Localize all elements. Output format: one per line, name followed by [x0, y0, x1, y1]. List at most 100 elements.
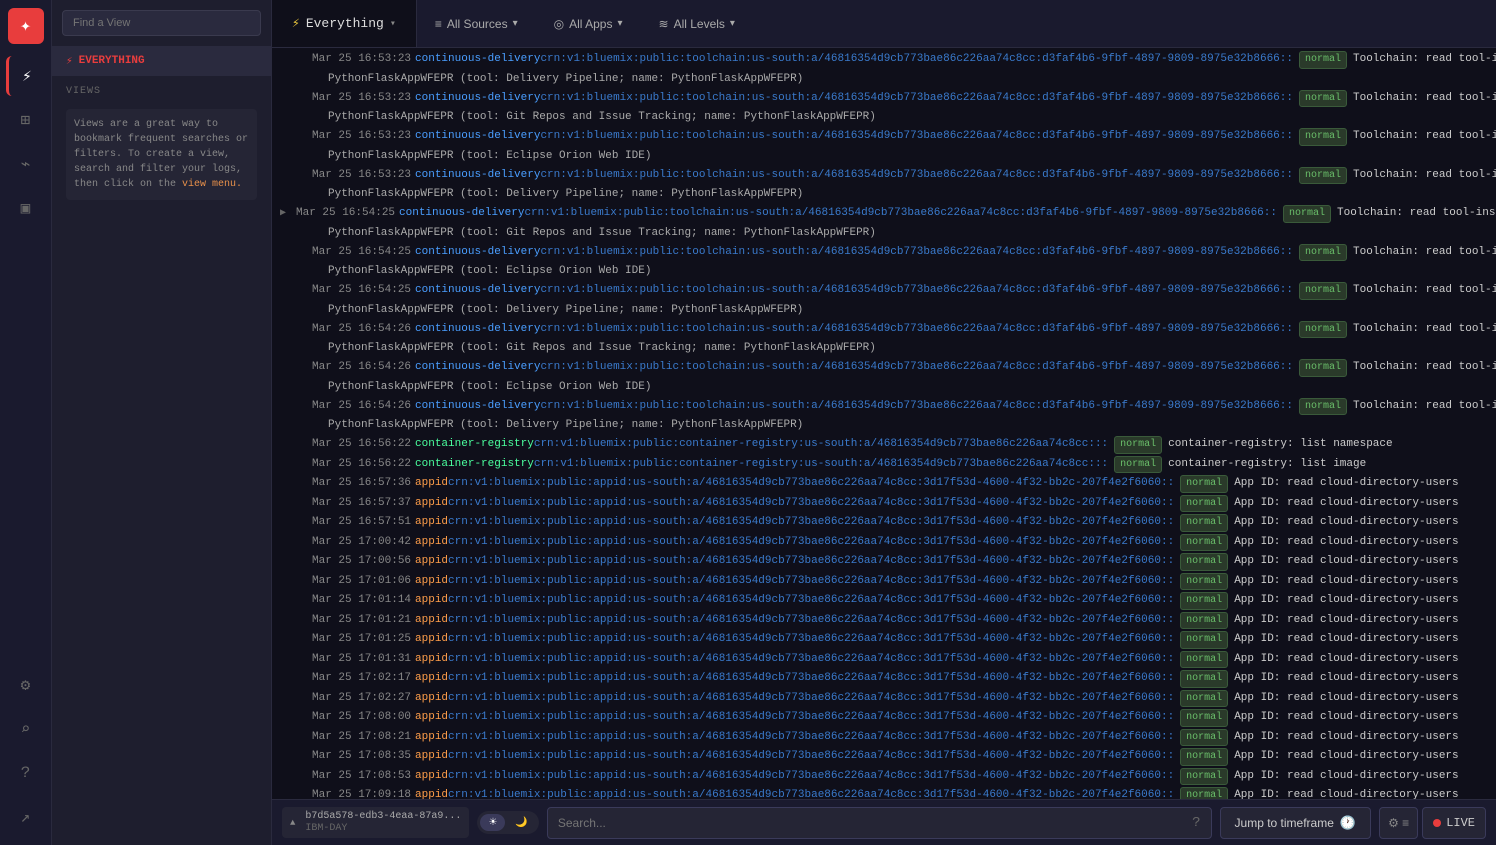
log-crn[interactable]: crn:v1:bluemix:public:appid:us-south:a/4… [448, 768, 1174, 785]
table-row[interactable]: Mar 25 17:01:06 appid crn:v1:bluemix:pub… [272, 572, 1496, 592]
table-row[interactable]: Mar 25 16:53:23 continuous-delivery crn:… [272, 166, 1496, 186]
log-source[interactable]: appid [415, 787, 448, 799]
log-source[interactable]: continuous-delivery [415, 90, 540, 107]
log-source[interactable]: continuous-delivery [415, 167, 540, 184]
log-source[interactable]: continuous-delivery [415, 128, 540, 145]
log-source[interactable]: appid [415, 768, 448, 785]
table-row[interactable]: Mar 25 16:54:26 continuous-delivery crn:… [272, 320, 1496, 340]
log-crn[interactable]: crn:v1:bluemix:public:appid:us-south:a/4… [448, 514, 1174, 531]
expand-arrow[interactable]: ▶ [280, 206, 296, 222]
log-source[interactable]: appid [415, 573, 448, 590]
all-sources-button[interactable]: ≡ All Sources ▾ [421, 11, 532, 37]
log-source[interactable]: appid [415, 729, 448, 746]
lightning-nav-item[interactable]: ⚡ [6, 56, 46, 96]
log-crn[interactable]: crn:v1:bluemix:public:appid:us-south:a/4… [448, 534, 1174, 551]
find-view-input[interactable] [62, 10, 261, 36]
log-crn[interactable]: crn:v1:bluemix:public:appid:us-south:a/4… [448, 495, 1174, 512]
table-row[interactable]: Mar 25 16:56:22 container-registry crn:v… [272, 435, 1496, 455]
log-source[interactable]: appid [415, 631, 448, 648]
monitor-nav-item[interactable]: ▣ [6, 188, 46, 228]
log-crn[interactable]: crn:v1:bluemix:public:container-registry… [534, 456, 1108, 473]
log-crn[interactable]: crn:v1:bluemix:public:appid:us-south:a/4… [448, 592, 1174, 609]
table-row[interactable]: Mar 25 16:54:26 continuous-delivery crn:… [272, 397, 1496, 417]
table-row[interactable]: Mar 25 17:02:27 appid crn:v1:bluemix:pub… [272, 689, 1496, 709]
table-row[interactable]: Mar 25 17:08:21 appid crn:v1:bluemix:pub… [272, 728, 1496, 748]
log-crn[interactable]: crn:v1:bluemix:public:appid:us-south:a/4… [448, 612, 1174, 629]
table-row[interactable]: Mar 25 16:53:23 continuous-delivery crn:… [272, 89, 1496, 109]
view-menu-link[interactable]: view menu. [182, 179, 242, 190]
log-source[interactable]: appid [415, 553, 448, 570]
log-crn[interactable]: crn:v1:bluemix:public:appid:us-south:a/4… [448, 651, 1174, 668]
log-crn[interactable]: crn:v1:bluemix:public:appid:us-south:a/4… [448, 748, 1174, 765]
table-row[interactable]: Mar 25 16:57:37 appid crn:v1:bluemix:pub… [272, 494, 1496, 514]
log-crn[interactable]: crn:v1:bluemix:public:container-registry… [534, 436, 1108, 453]
log-crn[interactable]: crn:v1:bluemix:public:appid:us-south:a/4… [448, 553, 1174, 570]
log-crn[interactable]: crn:v1:bluemix:public:appid:us-south:a/4… [448, 690, 1174, 707]
log-crn[interactable]: crn:v1:bluemix:public:toolchain:us-south… [540, 128, 1293, 145]
search-nav-item[interactable]: ⌕ [6, 709, 46, 749]
log-crn[interactable]: crn:v1:bluemix:public:toolchain:us-south… [524, 205, 1277, 222]
log-crn[interactable]: crn:v1:bluemix:public:toolchain:us-south… [540, 282, 1293, 299]
log-source[interactable]: continuous-delivery [415, 282, 540, 299]
log-crn[interactable]: crn:v1:bluemix:public:appid:us-south:a/4… [448, 573, 1174, 590]
search-input[interactable] [558, 816, 1192, 830]
brand-logo[interactable]: ✦ [8, 8, 44, 44]
table-row[interactable]: Mar 25 17:01:14 appid crn:v1:bluemix:pub… [272, 591, 1496, 611]
table-row[interactable]: Mar 25 16:53:23 continuous-delivery crn:… [272, 50, 1496, 70]
activity-nav-item[interactable]: ⌁ [6, 144, 46, 184]
table-row[interactable]: Mar 25 17:01:21 appid crn:v1:bluemix:pub… [272, 611, 1496, 631]
log-crn[interactable]: crn:v1:bluemix:public:toolchain:us-south… [540, 244, 1293, 261]
log-source[interactable]: appid [415, 612, 448, 629]
log-source[interactable]: continuous-delivery [415, 321, 540, 338]
table-row[interactable]: Mar 25 16:57:51 appid crn:v1:bluemix:pub… [272, 513, 1496, 533]
log-crn[interactable]: crn:v1:bluemix:public:toolchain:us-south… [540, 398, 1293, 415]
log-area[interactable]: Mar 25 16:53:23 continuous-delivery crn:… [272, 48, 1496, 799]
log-source[interactable]: container-registry [415, 456, 534, 473]
everything-tab[interactable]: ⚡ Everything ▾ [272, 0, 417, 47]
log-source[interactable]: appid [415, 475, 448, 492]
theme-toggle[interactable]: ☀ 🌙 [477, 811, 538, 834]
log-source[interactable]: continuous-delivery [415, 244, 540, 261]
log-crn[interactable]: crn:v1:bluemix:public:appid:us-south:a/4… [448, 670, 1174, 687]
table-row[interactable]: Mar 25 17:09:18 appid crn:v1:bluemix:pub… [272, 786, 1496, 799]
table-row[interactable]: Mar 25 16:53:23 continuous-delivery crn:… [272, 127, 1496, 147]
log-crn[interactable]: crn:v1:bluemix:public:appid:us-south:a/4… [448, 787, 1174, 799]
table-row[interactable]: Mar 25 17:00:56 appid crn:v1:bluemix:pub… [272, 552, 1496, 572]
table-row[interactable]: Mar 25 16:54:25 continuous-delivery crn:… [272, 243, 1496, 263]
table-row[interactable]: Mar 25 16:54:26 continuous-delivery crn:… [272, 358, 1496, 378]
log-crn[interactable]: crn:v1:bluemix:public:toolchain:us-south… [540, 321, 1293, 338]
log-source[interactable]: appid [415, 514, 448, 531]
log-crn[interactable]: crn:v1:bluemix:public:toolchain:us-south… [540, 359, 1293, 376]
log-source[interactable]: continuous-delivery [415, 51, 540, 68]
instance-selector[interactable]: ▲ b7d5a578-edb3-4eaa-87a9... IBM-DAY [282, 807, 469, 838]
gear-nav-item[interactable]: ⚙ [6, 665, 46, 705]
log-source[interactable]: appid [415, 534, 448, 551]
table-row[interactable]: Mar 25 17:02:17 appid crn:v1:bluemix:pub… [272, 669, 1496, 689]
log-crn[interactable]: crn:v1:bluemix:public:appid:us-south:a/4… [448, 729, 1174, 746]
log-source[interactable]: container-registry [415, 436, 534, 453]
share-nav-item[interactable]: ↗ [6, 797, 46, 837]
help-nav-item[interactable]: ? [6, 753, 46, 793]
table-row[interactable]: ▶Mar 25 16:54:25 continuous-delivery crn… [272, 204, 1496, 224]
everything-nav-item[interactable]: ⚡ EVERYTHING [52, 46, 271, 76]
table-row[interactable]: Mar 25 17:08:53 appid crn:v1:bluemix:pub… [272, 767, 1496, 787]
log-crn[interactable]: crn:v1:bluemix:public:toolchain:us-south… [540, 51, 1293, 68]
log-source[interactable]: appid [415, 651, 448, 668]
table-row[interactable]: Mar 25 17:01:25 appid crn:v1:bluemix:pub… [272, 630, 1496, 650]
settings-action-button[interactable]: ⚙ ≡ [1379, 807, 1418, 839]
table-row[interactable]: Mar 25 17:01:31 appid crn:v1:bluemix:pub… [272, 650, 1496, 670]
log-source[interactable]: appid [415, 709, 448, 726]
log-crn[interactable]: crn:v1:bluemix:public:toolchain:us-south… [540, 90, 1293, 107]
log-source[interactable]: appid [415, 670, 448, 687]
log-source[interactable]: appid [415, 495, 448, 512]
all-apps-button[interactable]: ◎ All Apps ▾ [540, 11, 637, 37]
all-levels-button[interactable]: ≋ All Levels ▾ [645, 11, 749, 37]
table-row[interactable]: Mar 25 17:08:00 appid crn:v1:bluemix:pub… [272, 708, 1496, 728]
table-row[interactable]: Mar 25 17:08:35 appid crn:v1:bluemix:pub… [272, 747, 1496, 767]
log-source[interactable]: continuous-delivery [415, 398, 540, 415]
log-source[interactable]: continuous-delivery [415, 359, 540, 376]
log-crn[interactable]: crn:v1:bluemix:public:toolchain:us-south… [540, 167, 1293, 184]
jump-to-timeframe-button[interactable]: Jump to timeframe 🕐 [1220, 807, 1372, 839]
table-row[interactable]: Mar 25 16:56:22 container-registry crn:v… [272, 455, 1496, 475]
table-row[interactable]: Mar 25 17:00:42 appid crn:v1:bluemix:pub… [272, 533, 1496, 553]
